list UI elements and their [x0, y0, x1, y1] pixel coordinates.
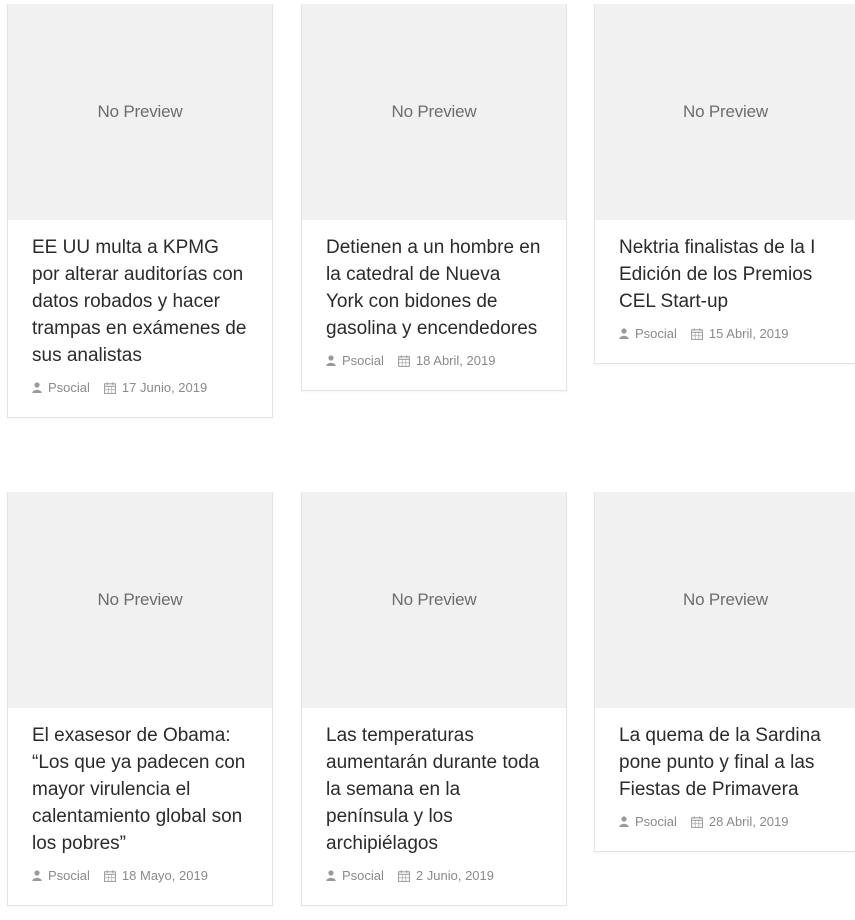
post-date: 15 Abril, 2019 [708, 326, 789, 341]
calendar-icon [398, 354, 410, 367]
post-thumbnail[interactable]: No Preview [302, 4, 566, 220]
post-thumbnail[interactable]: No Preview [8, 4, 272, 220]
post-meta: Psocial 17 Junio, 2019 [32, 380, 248, 395]
user-icon [32, 870, 42, 881]
post-thumbnail[interactable]: No Preview [595, 4, 855, 220]
post-card[interactable]: No Preview Las temperaturas aumentarán d… [301, 492, 567, 906]
post-title[interactable]: Detienen a un hombre en la catedral de N… [326, 234, 542, 342]
post-card[interactable]: No Preview La quema de la Sardina pone p… [594, 492, 855, 852]
calendar-icon [104, 869, 116, 882]
post-author[interactable]: Psocial [48, 868, 90, 883]
post-meta: Psocial 2 Junio, 2019 [326, 868, 542, 883]
post-date: 18 Abril, 2019 [415, 353, 496, 368]
calendar-icon [398, 869, 410, 882]
calendar-icon [691, 815, 703, 828]
post-date: 2 Junio, 2019 [415, 868, 494, 883]
post-author[interactable]: Psocial [635, 326, 677, 341]
post-meta: Psocial 15 Abril, 2019 [619, 326, 832, 341]
no-preview-label: No Preview [97, 590, 183, 609]
post-thumbnail[interactable]: No Preview [8, 492, 272, 708]
post-card[interactable]: No Preview Nektria finalistas de la I Ed… [594, 4, 855, 364]
no-preview-label: No Preview [391, 590, 477, 609]
post-date: 28 Abril, 2019 [708, 814, 789, 829]
post-card[interactable]: No Preview El exasesor de Obama: “Los qu… [7, 492, 273, 906]
user-icon [326, 870, 336, 881]
user-icon [619, 816, 629, 827]
post-title[interactable]: Nektria finalistas de la I Edición de lo… [619, 234, 832, 315]
user-icon [619, 328, 629, 339]
post-title[interactable]: Las temperaturas aumentarán durante toda… [326, 722, 542, 857]
post-date: 18 Mayo, 2019 [121, 868, 208, 883]
post-meta: Psocial 28 Abril, 2019 [619, 814, 832, 829]
user-icon [32, 382, 42, 393]
post-date: 17 Junio, 2019 [121, 380, 208, 395]
post-author[interactable]: Psocial [635, 814, 677, 829]
no-preview-label: No Preview [683, 590, 768, 609]
no-preview-label: No Preview [683, 102, 768, 121]
post-title[interactable]: El exasesor de Obama: “Los que ya padece… [32, 722, 248, 857]
post-author[interactable]: Psocial [342, 868, 384, 883]
post-title[interactable]: EE UU multa a KPMG por alterar auditoría… [32, 234, 248, 369]
no-preview-label: No Preview [97, 102, 183, 121]
post-card[interactable]: No Preview Detienen a un hombre en la ca… [301, 4, 567, 391]
post-author[interactable]: Psocial [48, 380, 90, 395]
calendar-icon [104, 381, 116, 394]
post-thumbnail[interactable]: No Preview [302, 492, 566, 708]
calendar-icon [691, 327, 703, 340]
no-preview-label: No Preview [391, 102, 477, 121]
user-icon [326, 355, 336, 366]
post-card[interactable]: No Preview EE UU multa a KPMG por altera… [7, 4, 273, 418]
post-meta: Psocial 18 Mayo, 2019 [32, 868, 248, 883]
post-title[interactable]: La quema de la Sardina pone punto y fina… [619, 722, 832, 803]
post-thumbnail[interactable]: No Preview [595, 492, 855, 708]
post-meta: Psocial 18 Abril, 2019 [326, 353, 542, 368]
post-grid: No Preview EE UU multa a KPMG por altera… [0, 0, 855, 920]
post-author[interactable]: Psocial [342, 353, 384, 368]
